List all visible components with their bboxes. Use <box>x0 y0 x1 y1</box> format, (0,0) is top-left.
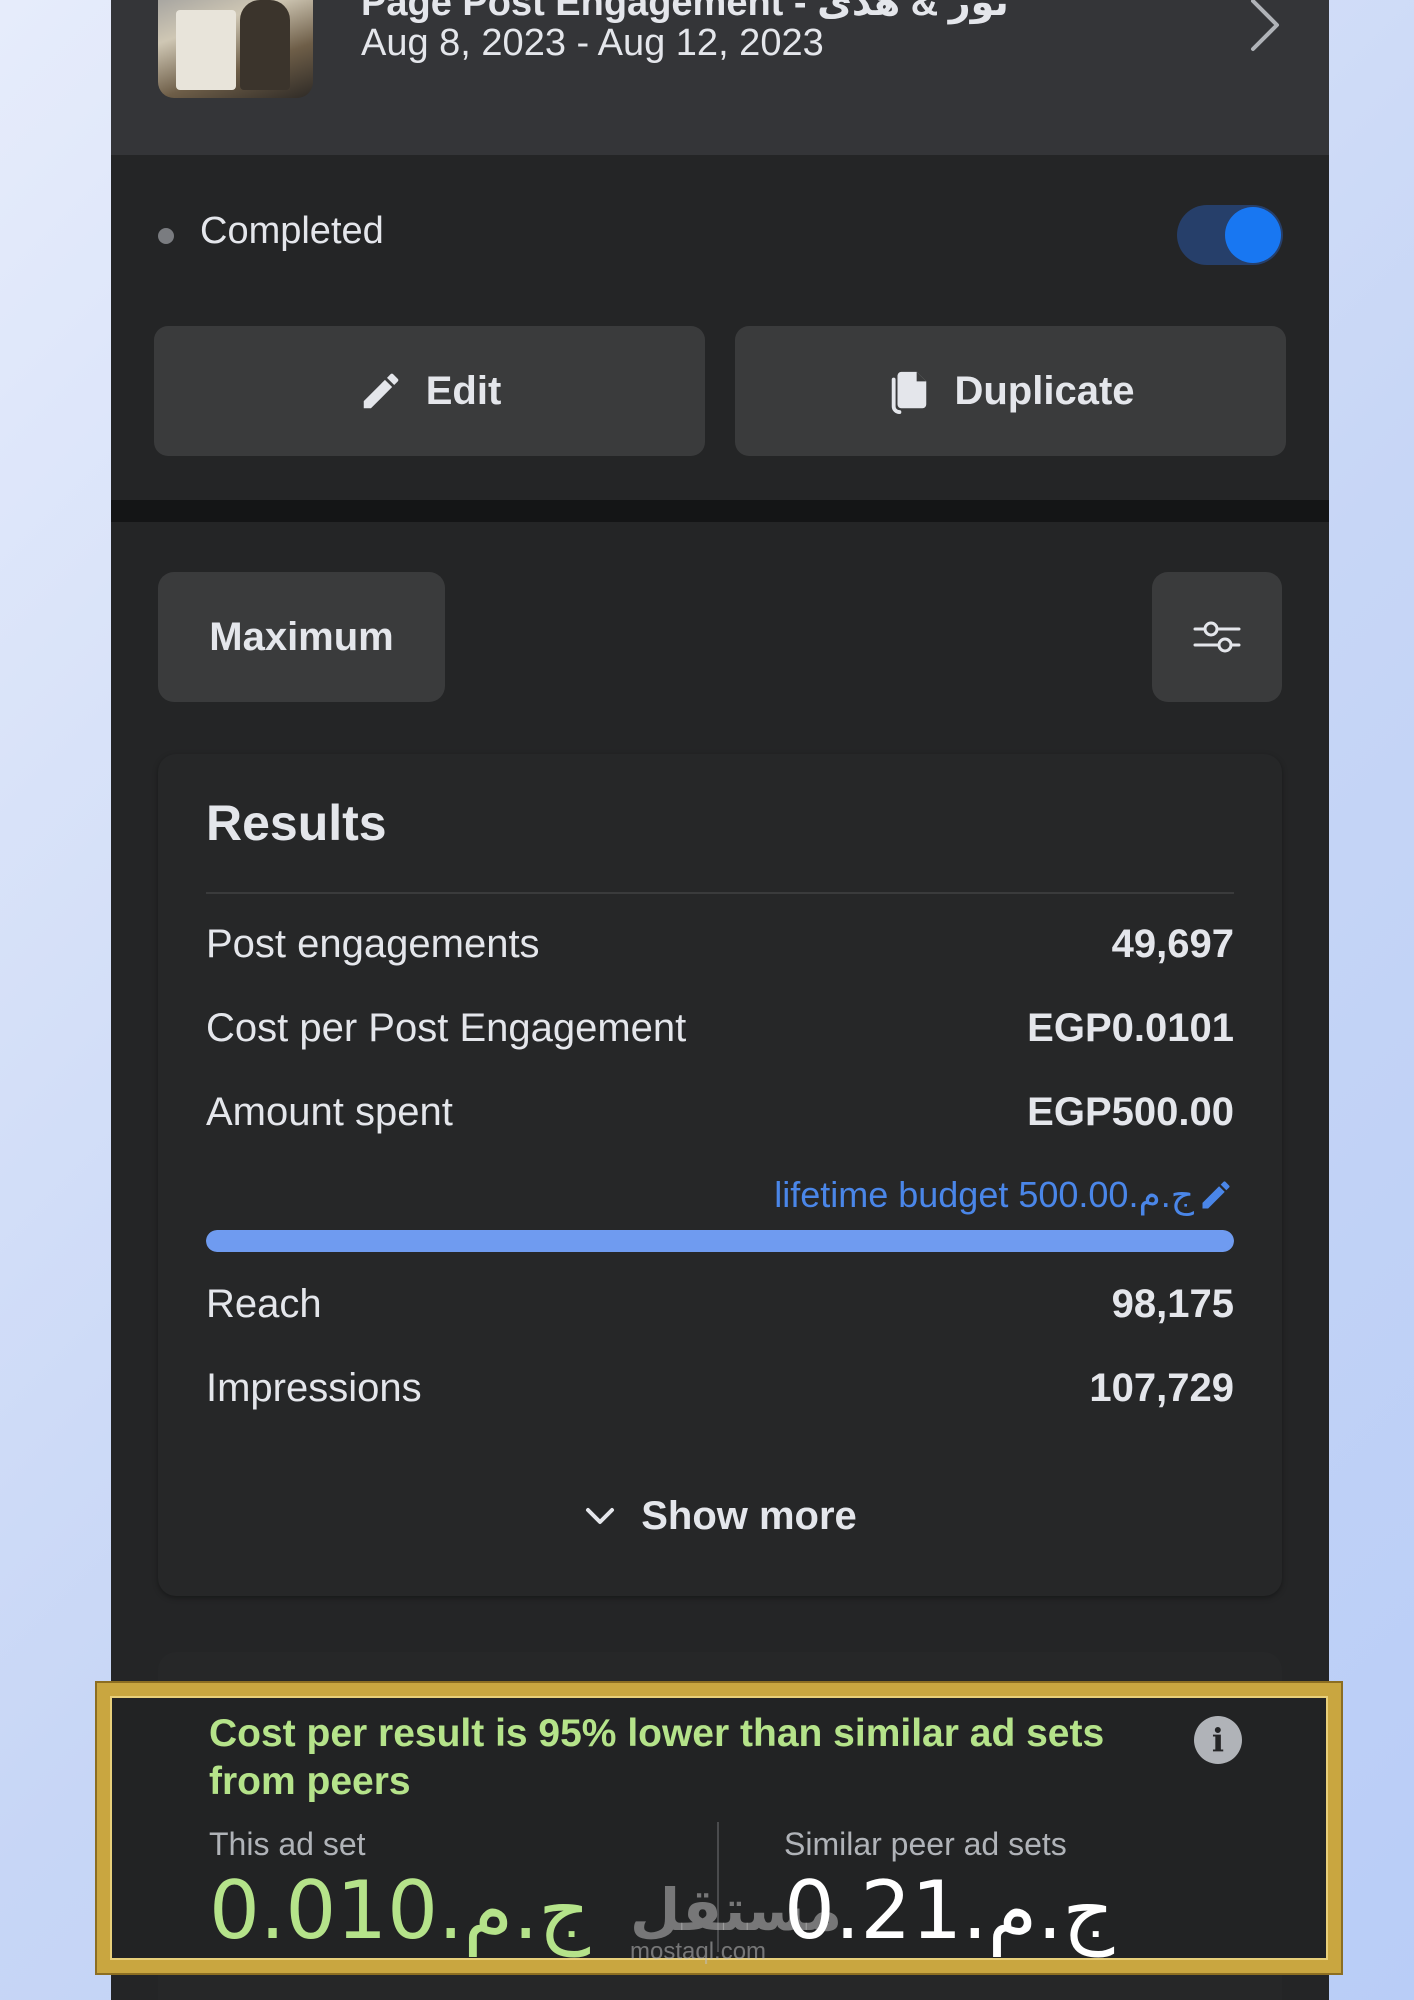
metric-label: Impressions <box>206 1366 422 1410</box>
budget-progress-fill <box>206 1230 1234 1252</box>
budget-text: lifetime budget 500.00.ج.م <box>774 1174 1194 1215</box>
results-divider <box>206 892 1234 894</box>
status-dot <box>158 228 174 244</box>
metric-row-cost-per-engagement: Cost per Post Engagement EGP0.0101 <box>206 1006 1234 1056</box>
ad-thumbnail <box>158 0 313 98</box>
metric-row-impressions: Impressions 107,729 <box>206 1366 1234 1416</box>
budget-progress-bar <box>206 1230 1234 1252</box>
metric-value: EGP500.00 <box>1027 1090 1234 1134</box>
duplicate-button[interactable]: Duplicate <box>735 326 1286 456</box>
sliders-icon <box>1193 621 1241 653</box>
edit-budget-link[interactable]: lifetime budget 500.00.ج.م <box>774 1174 1234 1216</box>
results-title: Results <box>206 795 387 851</box>
peer-comparison-highlight: Cost per result is 95% lower than simila… <box>97 1683 1341 1973</box>
status-label: Completed <box>200 210 384 252</box>
metric-label: Reach <box>206 1282 322 1326</box>
status-row: Completed <box>111 155 1329 312</box>
show-more-button[interactable]: Show more <box>158 1488 1282 1544</box>
metric-value: 107,729 <box>1089 1366 1234 1410</box>
toggle-knob <box>1225 207 1281 263</box>
info-icon[interactable]: i <box>1194 1716 1242 1764</box>
peer-ad-sets-label: Similar peer ad sets <box>784 1826 1067 1862</box>
peer-headline: Cost per result is 95% lower than simila… <box>209 1712 1105 1803</box>
section-divider <box>111 500 1329 522</box>
edit-label: Edit <box>425 368 502 413</box>
metric-value: EGP0.0101 <box>1027 1006 1234 1050</box>
chevron-down-icon <box>586 1508 615 1524</box>
duplicate-label: Duplicate <box>954 368 1135 413</box>
ad-set-date-range: Aug 8, 2023 - Aug 12, 2023 <box>361 22 824 64</box>
metric-row-reach: Reach 98,175 <box>206 1282 1234 1332</box>
show-more-label: Show more <box>641 1493 857 1538</box>
metric-label: Post engagements <box>206 922 540 966</box>
pencil-icon <box>363 373 398 409</box>
this-ad-set-label: This ad set <box>209 1826 366 1862</box>
metric-label: Amount spent <box>206 1090 453 1134</box>
chevron-right-icon[interactable] <box>1239 0 1289 55</box>
metric-row-post-engagements: Post engagements 49,697 <box>206 922 1234 972</box>
watermark-domain: mostaql.com <box>630 1938 767 1965</box>
metric-value: 49,697 <box>1111 922 1234 966</box>
peer-ad-sets-value: 0.21.ج.م <box>784 1864 1115 1957</box>
edit-button[interactable]: Edit <box>154 326 705 456</box>
pencil-icon <box>1202 1181 1230 1209</box>
delivery-toggle[interactable] <box>1177 205 1283 265</box>
results-card: Results Post engagements 49,697 Cost per… <box>158 754 1282 1596</box>
duplicate-icon <box>892 371 927 414</box>
date-range-button[interactable]: Maximum <box>158 572 445 702</box>
filter-settings-button[interactable] <box>1152 572 1282 702</box>
metric-row-amount-spent: Amount spent EGP500.00 <box>206 1090 1234 1140</box>
metric-label: Cost per Post Engagement <box>206 1006 687 1050</box>
metric-value: 98,175 <box>1111 1282 1234 1326</box>
action-bar: Edit Duplicate <box>111 310 1329 500</box>
this-ad-set-value: 0.010.ج.م <box>209 1864 591 1957</box>
ad-set-header[interactable]: Page Post Engagement - نور & هدى Aug 8, … <box>111 0 1329 155</box>
